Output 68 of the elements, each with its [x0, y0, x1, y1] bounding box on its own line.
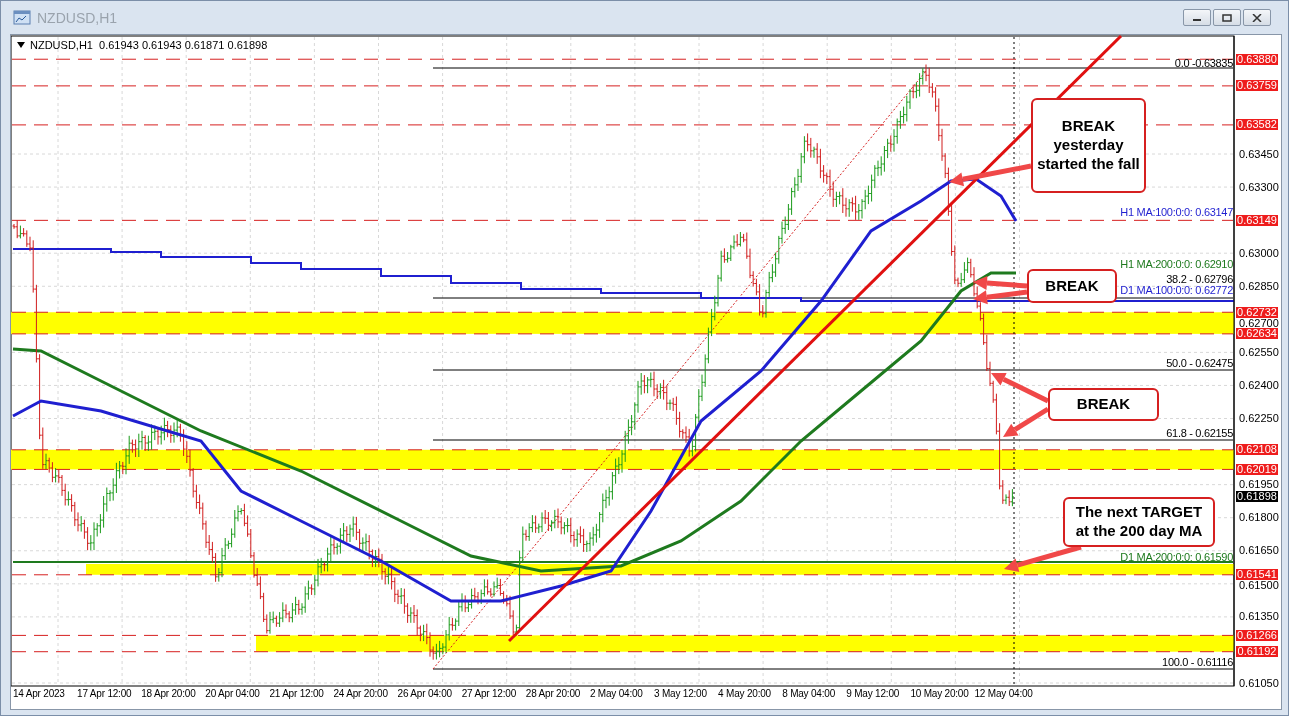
- minimize-button[interactable]: [1183, 9, 1211, 26]
- time-axis-label: 20 Apr 04:00: [205, 687, 260, 701]
- time-axis-label: 10 May 20:00: [910, 687, 969, 701]
- time-axis-label: 12 May 04:00: [974, 687, 1033, 701]
- price-axis-label: 0.61650: [1239, 545, 1279, 557]
- price-level-label: 0.61192: [1236, 646, 1278, 658]
- time-axis-label: 9 May 12:00: [846, 687, 900, 701]
- callout-arrow: [1003, 406, 1050, 437]
- chart-window-icon: [13, 9, 31, 26]
- chart-quote-text: NZDUSD,H1 0.61943 0.61943 0.61871 0.61898: [30, 39, 268, 51]
- time-axis-label: 24 Apr 20:00: [333, 687, 388, 701]
- fibonacci-level-label: 38.2 - 0.62796: [1166, 273, 1233, 285]
- fibonacci-level-label: 50.0 - 0.62475: [1166, 357, 1233, 369]
- moving-average-label: D1 MA:100:0:0: 0.62772: [1120, 284, 1233, 296]
- price-axis-label: 0.63450: [1239, 148, 1279, 160]
- callout-note: BREAK: [1048, 388, 1159, 421]
- price-level-label: 0.63149: [1236, 214, 1278, 226]
- callout-arrow: [973, 289, 1028, 305]
- time-axis-label: 3 May 12:00: [654, 687, 707, 701]
- moving-average-label: H1 MA:100:0:0: 0.63147: [1120, 206, 1233, 218]
- time-axis-label: 26 Apr 04:00: [397, 687, 452, 701]
- price-axis-label: 0.61500: [1239, 580, 1279, 592]
- price-level-label: 0.62634: [1236, 328, 1278, 340]
- time-axis-label: 28 Apr 20:00: [525, 687, 581, 701]
- price-axis-label: 0.62850: [1239, 280, 1279, 292]
- maximize-icon: [1222, 13, 1232, 22]
- price-level-label: 0.63582: [1236, 119, 1278, 131]
- price-axis-label: 0.62250: [1239, 413, 1279, 424]
- price-level-label: 0.62108: [1236, 444, 1278, 456]
- callout-note: The next TARGET at the 200 day MA: [1063, 497, 1215, 547]
- price-axis-label: 0.62400: [1239, 379, 1279, 391]
- callout-arrow: [991, 372, 1050, 404]
- time-axis-label: 18 Apr 20:00: [141, 687, 196, 701]
- fibonacci-level-label: 0.0 -0.63835: [1174, 57, 1233, 69]
- price-axis-label: 0.61800: [1239, 512, 1279, 524]
- callout-note: BREAK: [1027, 269, 1117, 303]
- price-axis-label: 0.61050: [1239, 677, 1279, 689]
- price-axis-label: 0.62700: [1239, 317, 1279, 329]
- price-axis-label: 0.61950: [1239, 479, 1279, 491]
- price-level-label: 0.61541: [1236, 569, 1278, 581]
- time-axis-label: 4 May 20:00: [718, 687, 771, 701]
- callout-arrow: [973, 276, 1028, 290]
- price-axis-label: 0.63000: [1239, 247, 1279, 259]
- maximize-button[interactable]: [1213, 9, 1241, 26]
- window-title: NZDUSD,H1: [37, 9, 118, 26]
- price-axis-label: 0.63300: [1239, 181, 1279, 193]
- price-axis-label: 0.61350: [1239, 611, 1279, 623]
- price-level-label: 0.61898: [1236, 490, 1278, 502]
- time-axis-label: 27 Apr 12:00: [461, 687, 516, 701]
- price-level-label: 0.62019: [1236, 463, 1278, 475]
- price-level-label: 0.63759: [1236, 80, 1278, 92]
- callout-note: BREAK yesterday started the fall: [1031, 98, 1146, 193]
- time-axis-label: 8 May 04:00: [782, 687, 836, 701]
- time-axis-label: 2 May 04:00: [589, 687, 643, 701]
- close-icon: [1252, 13, 1262, 22]
- time-axis-label: 17 Apr 12:00: [77, 687, 132, 701]
- price-level-label: 0.62732: [1236, 306, 1278, 318]
- time-axis-label: 14 Apr 2023: [13, 687, 65, 701]
- moving-average-label: H1 MA:200:0:0: 0.62910: [1120, 258, 1233, 270]
- fibonacci-level-label: 100.0 - 0.61116: [1162, 656, 1233, 668]
- close-button[interactable]: [1243, 9, 1271, 26]
- time-axis-label: 21 Apr 12:00: [269, 687, 324, 701]
- moving-average-label: D1 MA:200:0:0: 0.61590: [1120, 551, 1233, 563]
- price-level-label: 0.61266: [1236, 629, 1278, 641]
- caret-icon[interactable]: [17, 42, 25, 48]
- price-axis-label: 0.62550: [1239, 346, 1279, 358]
- fibonacci-level-label: 61.8 - 0.62155: [1166, 427, 1233, 439]
- price-level-label: 0.63880: [1236, 53, 1278, 65]
